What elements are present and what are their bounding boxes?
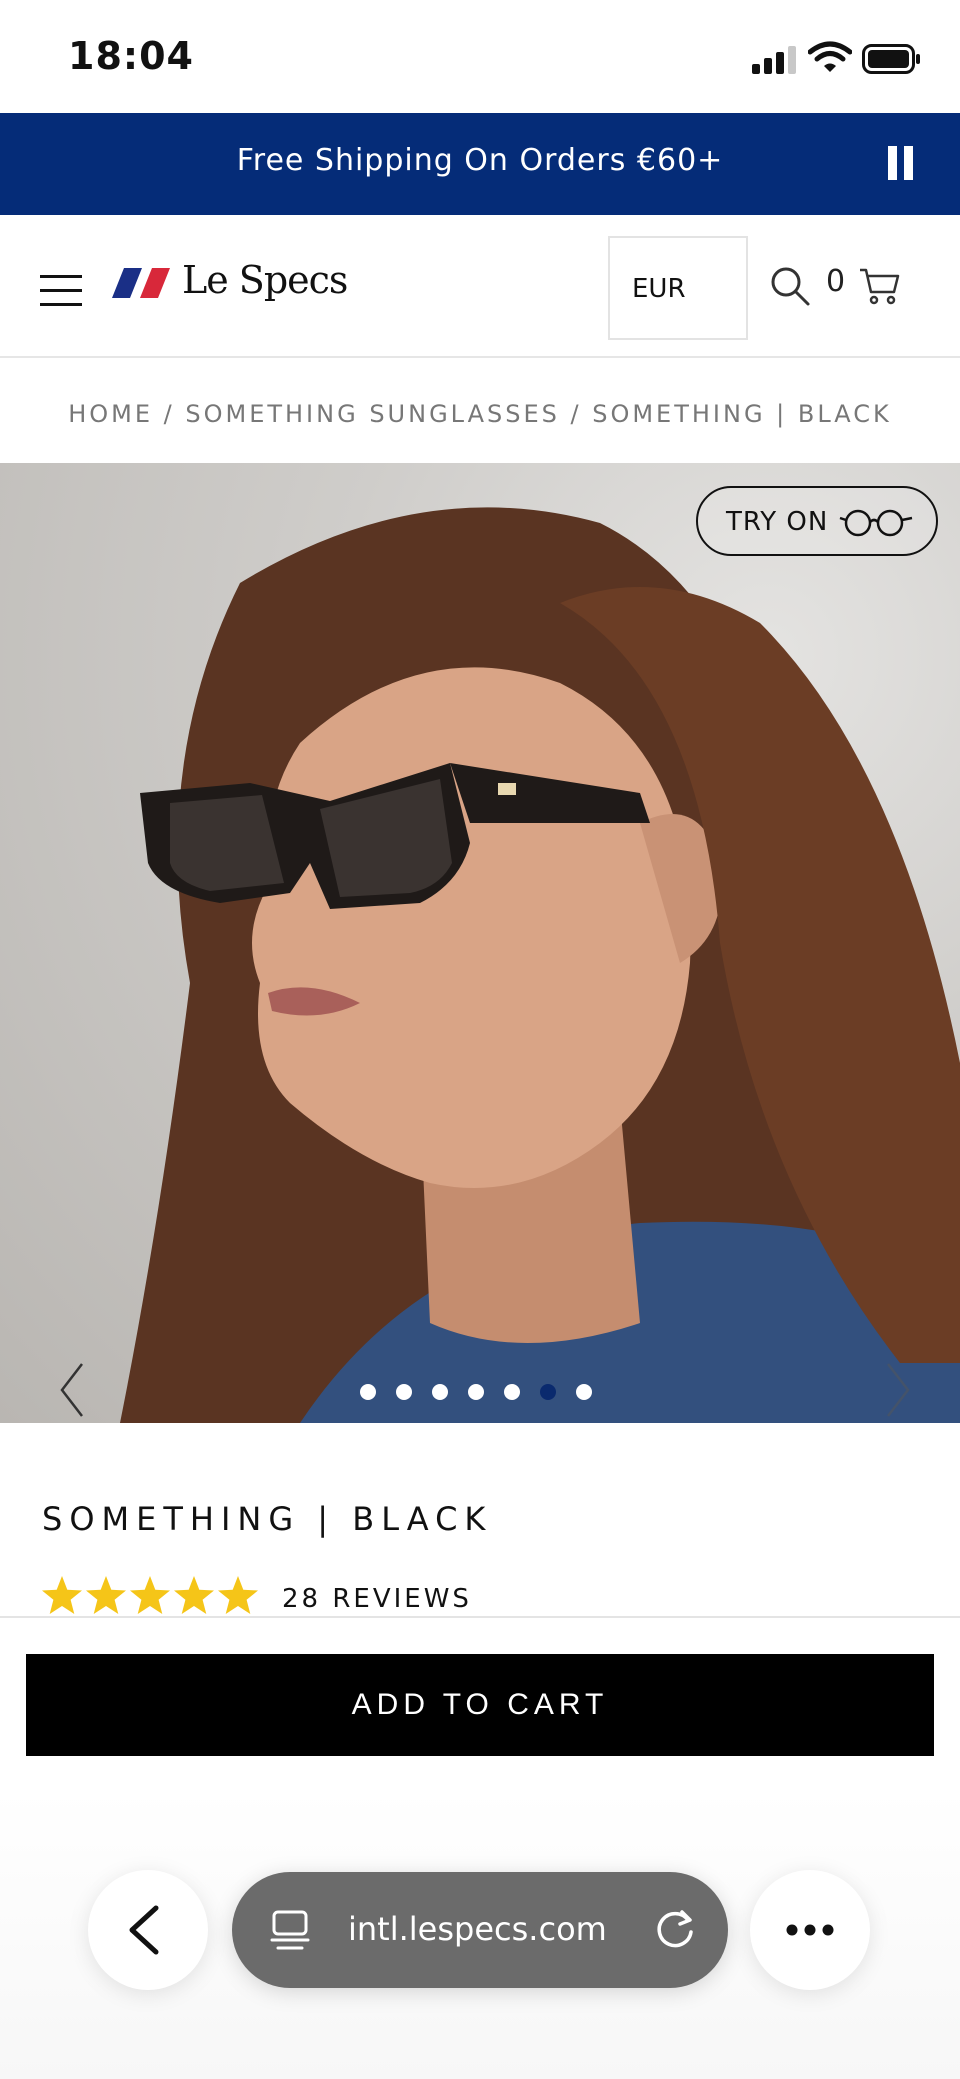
star-icon <box>218 1576 258 1614</box>
chevron-left-icon[interactable] <box>58 1362 86 1418</box>
search-icon[interactable] <box>768 264 812 308</box>
brand-logo-stripes-icon[interactable] <box>112 268 172 302</box>
divider <box>0 1616 960 1618</box>
address-bar[interactable]: intl.lespecs.com <box>232 1872 728 1988</box>
glasses-icon <box>839 509 913 537</box>
product-image[interactable] <box>0 463 960 1423</box>
reviews-link[interactable]: 28 REVIEWS <box>282 1584 472 1614</box>
pause-button[interactable] <box>888 146 916 180</box>
star-icon <box>130 1576 170 1614</box>
currency-selector[interactable]: EUR <box>608 236 748 340</box>
star-icon <box>42 1576 82 1614</box>
star-icon <box>174 1576 214 1614</box>
cart-count[interactable]: 0 <box>826 264 845 299</box>
cart-icon[interactable] <box>858 266 902 306</box>
carousel-dot[interactable] <box>432 1384 448 1400</box>
breadcrumb[interactable]: HOME / SOMETHING SUNGLASSES / SOMETHING … <box>0 400 960 428</box>
carousel-dot[interactable] <box>504 1384 520 1400</box>
try-on-label: TRY ON <box>726 507 829 537</box>
browser-back-button[interactable] <box>88 1870 208 1990</box>
try-on-button[interactable]: TRY ON <box>696 486 938 556</box>
battery-icon <box>862 44 922 74</box>
tabs-icon <box>270 1910 310 1950</box>
add-to-cart-label: ADD TO CART <box>351 1688 609 1721</box>
brand-logo[interactable]: Le Specs <box>182 258 348 302</box>
promo-text: Free Shipping On Orders €60+ <box>236 143 724 178</box>
temple-logo <box>498 783 516 795</box>
product-title: SOMETHING | BLACK <box>42 1500 493 1538</box>
chevron-right-icon[interactable] <box>884 1362 912 1418</box>
carousel-dots <box>360 1384 600 1400</box>
model-photo <box>120 507 960 1423</box>
reload-icon[interactable] <box>652 1906 698 1952</box>
cellular-signal-icon <box>752 44 796 74</box>
currency-value: EUR <box>632 274 686 304</box>
wifi-icon <box>807 40 853 74</box>
url-text: intl.lespecs.com <box>348 1910 607 1948</box>
more-options-button[interactable] <box>750 1870 870 1990</box>
carousel-dot[interactable] <box>396 1384 412 1400</box>
carousel-dot[interactable] <box>576 1384 592 1400</box>
carousel-dot[interactable] <box>360 1384 376 1400</box>
carousel-dot[interactable] <box>540 1384 556 1400</box>
hamburger-menu-icon[interactable] <box>40 275 82 307</box>
star-rating[interactable] <box>40 1574 262 1618</box>
ellipsis-icon <box>786 1924 834 1936</box>
status-time: 18:04 <box>68 34 194 78</box>
promo-banner: Free Shipping On Orders €60+ <box>0 113 960 215</box>
carousel-dot[interactable] <box>468 1384 484 1400</box>
star-icon <box>86 1576 126 1614</box>
add-to-cart-button[interactable]: ADD TO CART <box>26 1654 934 1756</box>
chevron-left-icon <box>129 1905 159 1955</box>
